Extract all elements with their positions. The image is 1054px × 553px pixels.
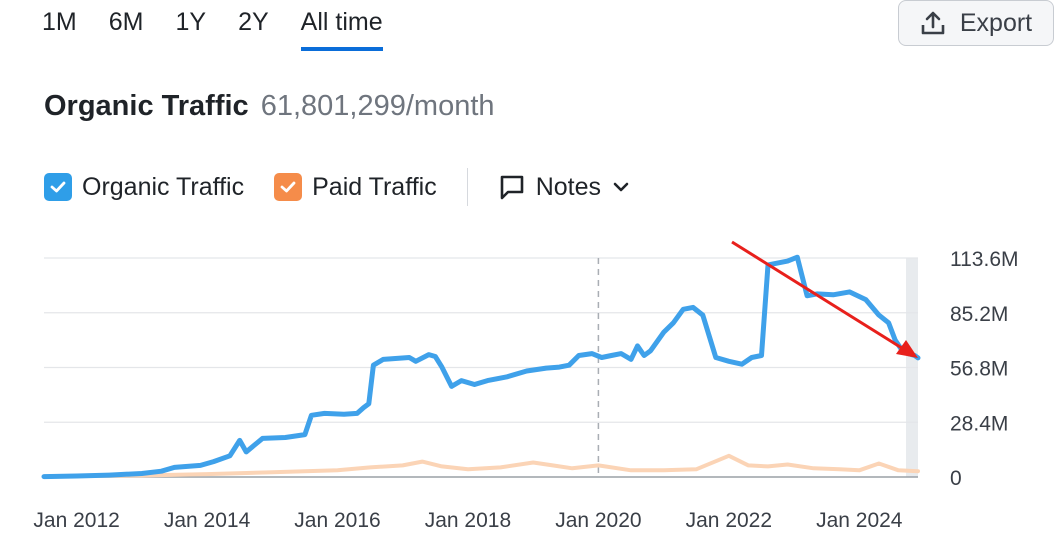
y-tick-label: 0	[950, 467, 962, 490]
comment-icon	[500, 175, 524, 200]
legend-organic-label: Organic Traffic	[82, 172, 245, 201]
x-tick-label: Jan 2014	[164, 509, 251, 532]
title-metric: Organic Traffic	[44, 90, 249, 122]
traffic-chart: 113.6M 85.2M 56.8M 28.4M 0 Jan 2012 Jan 2014 Ja…	[33, 240, 1019, 532]
x-tick-label: Jan 2024	[816, 509, 903, 532]
check-icon	[280, 181, 296, 193]
notes-dropdown[interactable]: Notes	[498, 173, 631, 202]
y-tick-label: 113.6M	[950, 248, 1019, 271]
x-tick-label: Jan 2016	[294, 509, 380, 532]
notes-label: Notes	[535, 172, 602, 201]
x-tick-label: Jan 2018	[425, 509, 511, 532]
period-tabs: 1M 6M 1Y 2Y All time	[42, 8, 415, 51]
tab-1m[interactable]: 1M	[42, 8, 77, 51]
y-tick-label: 28.4M	[950, 412, 1008, 435]
legend: Organic Traffic Paid Traffic Notes	[44, 168, 631, 206]
x-tick-label: Jan 2020	[555, 509, 641, 532]
tab-6m[interactable]: 6M	[109, 8, 144, 51]
check-icon	[50, 181, 66, 193]
upload-icon	[921, 11, 945, 35]
chevron-down-icon	[613, 182, 629, 192]
checkbox-paid[interactable]	[274, 173, 303, 201]
legend-organic[interactable]: Organic Traffic	[44, 173, 244, 202]
y-tick-label: 56.8M	[950, 358, 1008, 381]
export-button[interactable]: Export	[898, 0, 1054, 46]
export-label: Export	[959, 8, 1033, 37]
checkbox-organic[interactable]	[44, 173, 72, 201]
legend-paid[interactable]: Paid Traffic	[274, 173, 437, 202]
title-value: 61,801,299/month	[260, 90, 495, 122]
tab-all-time[interactable]: All time	[300, 8, 383, 51]
tab-2y[interactable]: 2Y	[238, 8, 269, 51]
page-title: Organic Traffic 61,801,299/month	[44, 90, 495, 123]
tab-1y[interactable]: 1Y	[175, 8, 206, 51]
y-tick-label: 85.2M	[950, 303, 1008, 326]
legend-paid-label: Paid Traffic	[312, 172, 437, 201]
x-tick-label: Jan 2012	[33, 509, 119, 532]
legend-divider	[466, 168, 468, 206]
x-tick-label: Jan 2022	[686, 509, 772, 532]
